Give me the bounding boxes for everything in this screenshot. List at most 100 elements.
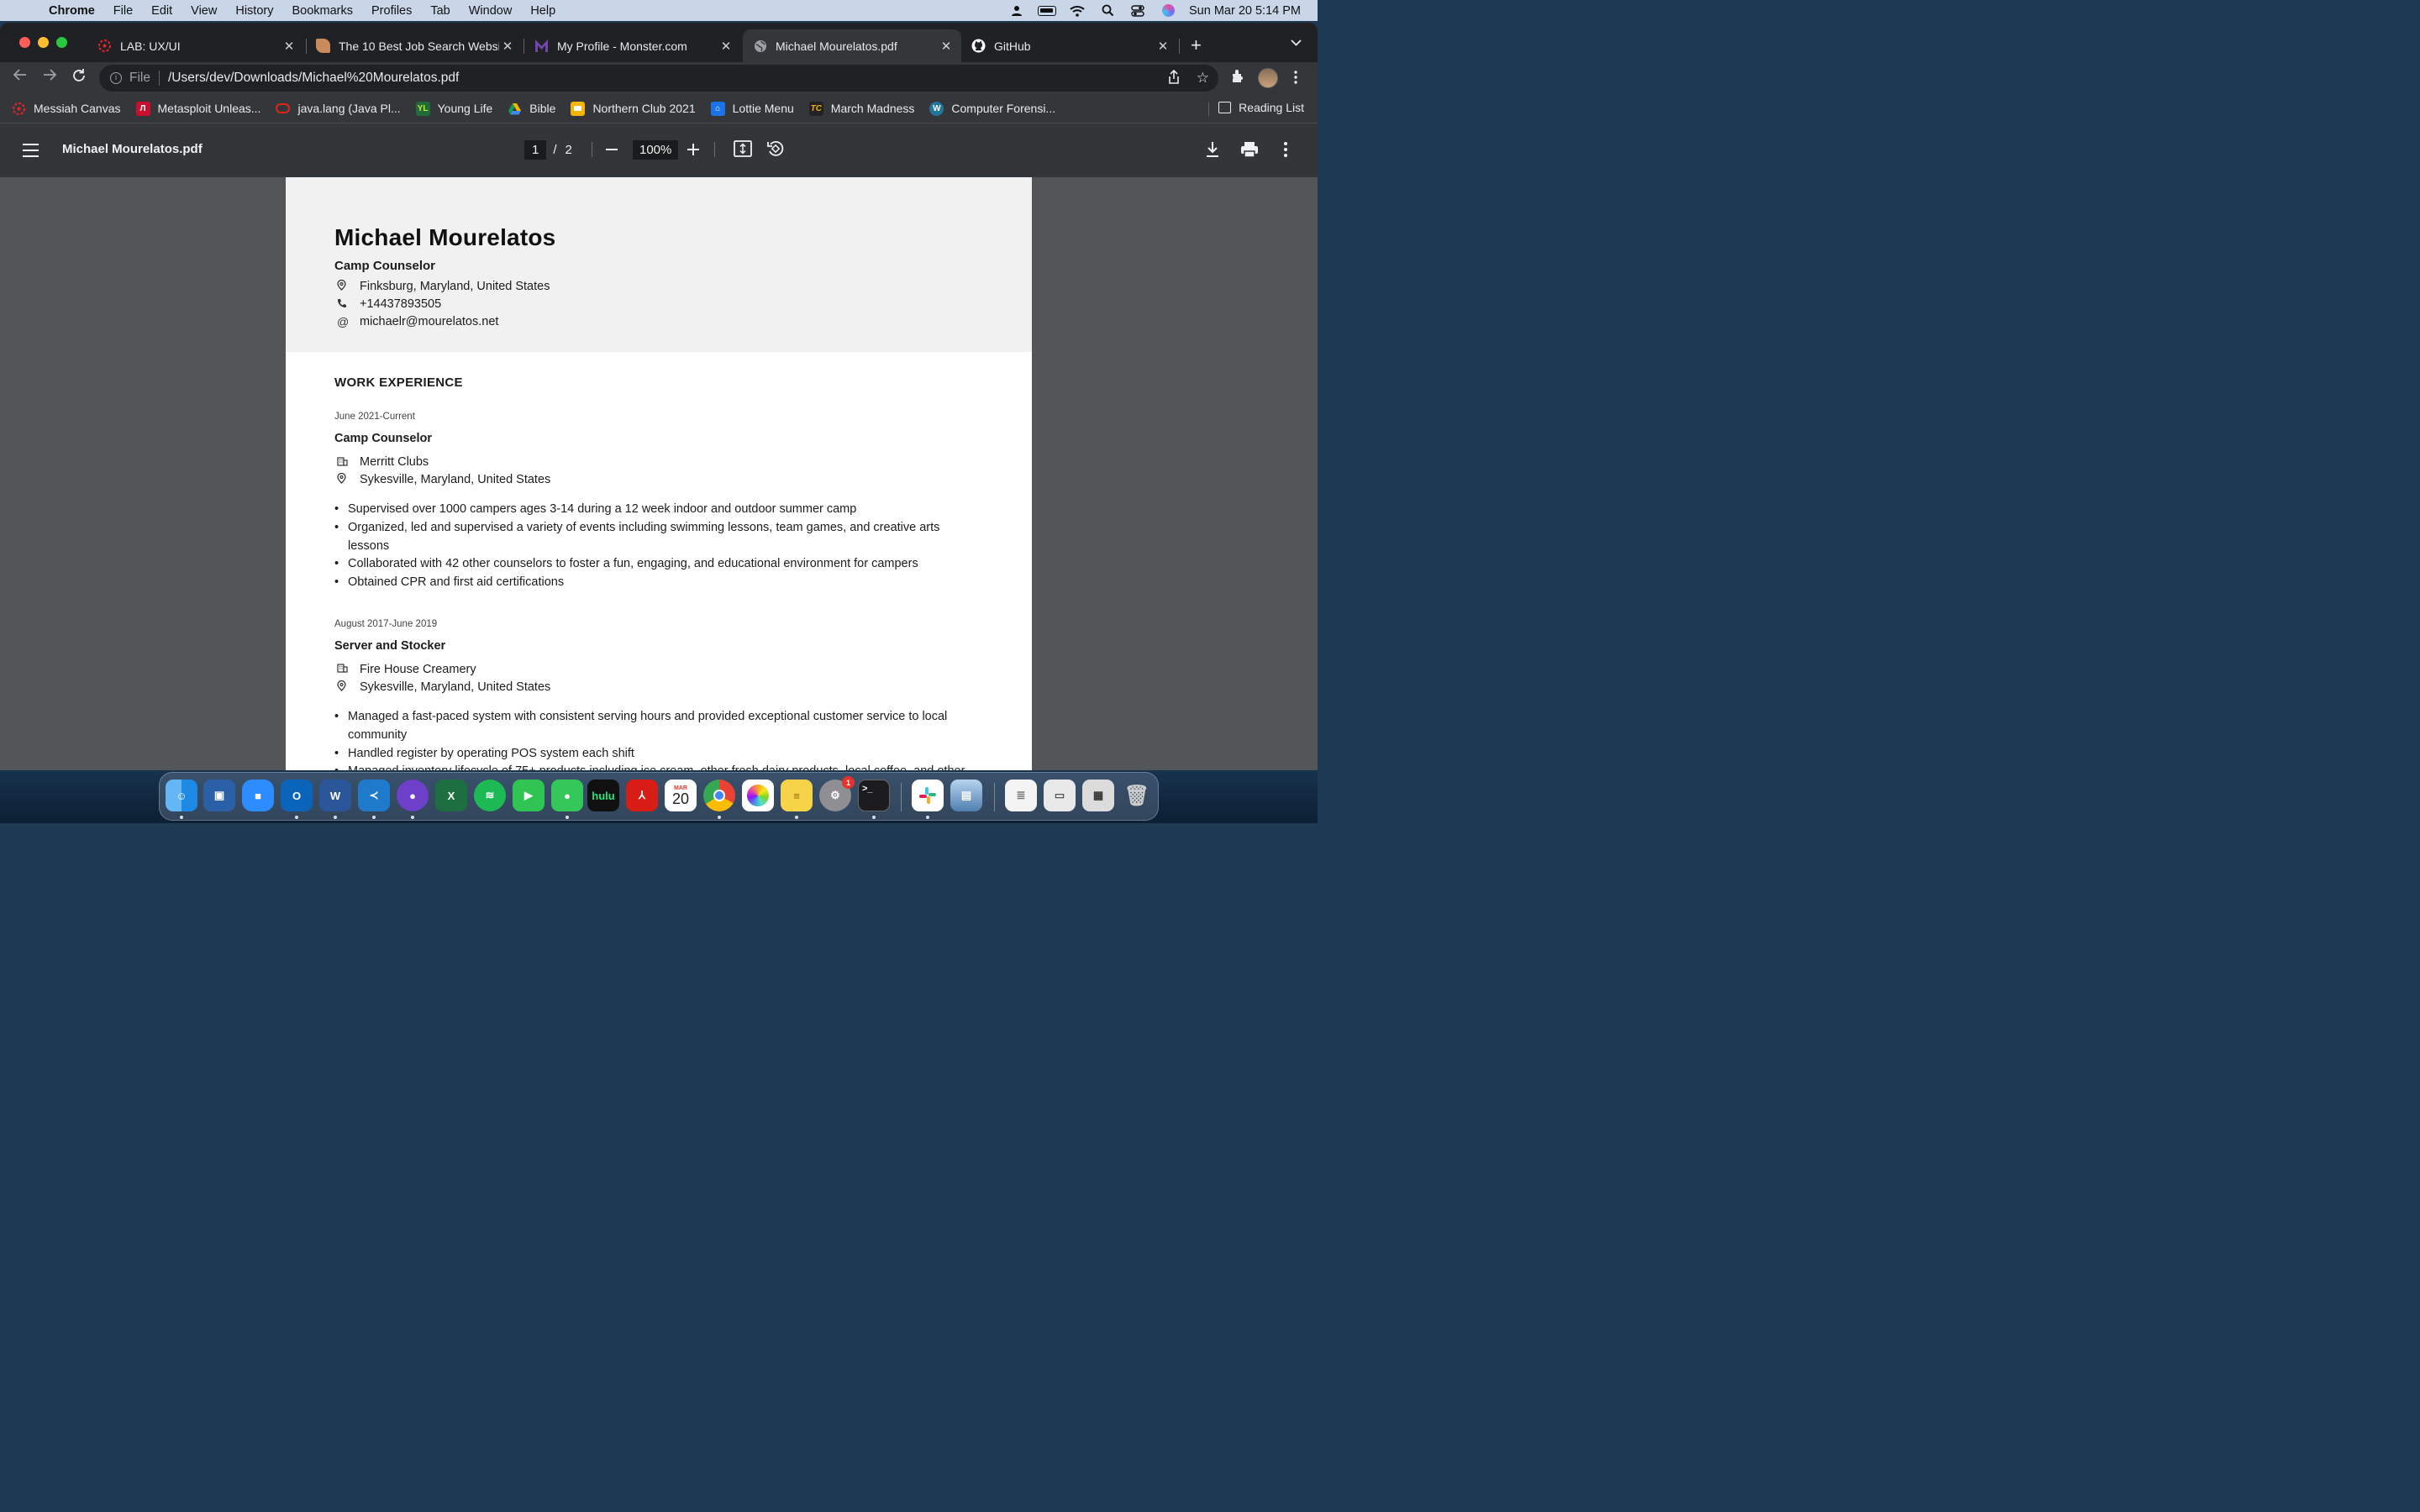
finder-icon[interactable]: ☺ bbox=[166, 780, 197, 811]
back-button[interactable] bbox=[11, 68, 29, 86]
reading-list-button[interactable]: Reading List bbox=[1218, 101, 1304, 114]
document-stack-icon[interactable]: ≣ bbox=[1005, 780, 1037, 811]
running-indicator bbox=[795, 816, 798, 819]
battery-icon[interactable] bbox=[1038, 4, 1056, 18]
slack-icon[interactable] bbox=[912, 780, 944, 811]
menu-bar-clock[interactable]: Sun Mar 20 5:14 PM bbox=[1189, 4, 1301, 18]
tab-github[interactable]: GitHub ✕ bbox=[961, 29, 1178, 62]
bookmark-young-life[interactable]: YL Young Life bbox=[415, 101, 493, 116]
vscode-icon[interactable]: ≺ bbox=[358, 780, 390, 811]
rotate-icon[interactable] bbox=[766, 139, 785, 163]
site-info-icon[interactable]: i bbox=[110, 72, 122, 84]
tab-resume-pdf[interactable]: Michael Mourelatos.pdf ✕ bbox=[743, 29, 961, 62]
bookmark-northern-club[interactable]: Northern Club 2021 bbox=[571, 101, 696, 116]
spotify-icon[interactable]: ≋ bbox=[474, 780, 506, 811]
pdf-document-area[interactable]: Michael Mourelatos Camp Counselor Finksb… bbox=[0, 177, 1318, 770]
screenshot-file-icon[interactable]: ▭ bbox=[1044, 780, 1076, 811]
menu-tab[interactable]: Tab bbox=[421, 4, 459, 18]
print-icon[interactable] bbox=[1240, 141, 1259, 163]
wifi-icon[interactable] bbox=[1068, 4, 1086, 18]
current-page-input[interactable]: 1 bbox=[524, 140, 547, 160]
chrome-icon[interactable] bbox=[703, 780, 735, 811]
notes-icon[interactable]: ≡ bbox=[781, 780, 813, 811]
menu-app-name[interactable]: Chrome bbox=[30, 4, 104, 18]
tab-close-icon[interactable]: ✕ bbox=[499, 39, 516, 54]
facetime-icon[interactable]: ▶ bbox=[513, 780, 544, 811]
location-pin-icon bbox=[334, 680, 360, 694]
total-pages: 2 bbox=[565, 143, 572, 157]
menu-hamburger-icon[interactable] bbox=[23, 144, 39, 161]
tab-close-icon[interactable]: ✕ bbox=[718, 39, 734, 54]
more-options-icon[interactable] bbox=[1284, 142, 1287, 162]
browser-menu-icon[interactable] bbox=[1294, 71, 1297, 88]
bookmark-march-madness[interactable]: TC March Madness bbox=[808, 101, 915, 116]
profile-avatar[interactable] bbox=[1258, 68, 1278, 88]
metasploit-icon: Л bbox=[135, 101, 150, 116]
job-company: Merritt Clubs bbox=[334, 455, 983, 469]
new-tab-button[interactable]: + bbox=[1191, 34, 1202, 56]
url-text[interactable]: /Users/dev/Downloads/Michael%20Mourelato… bbox=[168, 71, 459, 86]
download-icon[interactable] bbox=[1205, 141, 1220, 163]
acrobat-icon[interactable]: ⅄ bbox=[626, 780, 658, 811]
menu-profiles[interactable]: Profiles bbox=[362, 4, 421, 18]
google-drive-icon bbox=[508, 102, 522, 116]
terminal-icon[interactable]: >_ bbox=[858, 780, 890, 811]
user-icon[interactable] bbox=[1007, 4, 1026, 18]
tab-monster-profile[interactable]: My Profile - Monster.com ✕ bbox=[524, 29, 741, 62]
tab-job-search-websites[interactable]: The 10 Best Job Search Websit ✕ bbox=[306, 29, 523, 62]
outlook-icon[interactable]: O bbox=[281, 780, 313, 811]
system-preferences-icon[interactable]: ⚙ 1 bbox=[819, 776, 855, 811]
bookmark-metasploit[interactable]: Л Metasploit Unleas... bbox=[135, 101, 260, 116]
bookmark-messiah-canvas[interactable]: Messiah Canvas bbox=[12, 102, 121, 116]
share-icon[interactable] bbox=[1168, 69, 1180, 87]
address-bar[interactable]: i File /Users/dev/Downloads/Michael%20Mo… bbox=[99, 65, 1218, 92]
tab-close-icon[interactable]: ✕ bbox=[938, 39, 955, 54]
menu-file[interactable]: File bbox=[104, 4, 142, 18]
bookmark-computer-forensics[interactable]: W Computer Forensi... bbox=[929, 101, 1055, 116]
siri-icon[interactable] bbox=[1159, 4, 1177, 18]
control-center-icon[interactable] bbox=[1128, 4, 1147, 18]
tab-close-icon[interactable]: ✕ bbox=[1155, 39, 1171, 54]
hulu-icon[interactable]: hulu bbox=[587, 780, 619, 811]
bookmark-bible[interactable]: Bible bbox=[508, 102, 555, 116]
contact-location-text: Finksburg, Maryland, United States bbox=[360, 280, 550, 293]
extensions-icon[interactable] bbox=[1230, 69, 1246, 89]
job-bullets: Managed a fast-paced system with consist… bbox=[334, 708, 983, 770]
menu-edit[interactable]: Edit bbox=[142, 4, 182, 18]
zoom-icon[interactable]: ■ bbox=[242, 780, 274, 811]
window-close-button[interactable] bbox=[19, 37, 30, 48]
menu-history[interactable]: History bbox=[226, 4, 282, 18]
window-thumbnail-icon[interactable]: ▦ bbox=[1082, 780, 1114, 811]
tab-close-icon[interactable]: ✕ bbox=[281, 39, 297, 54]
word-icon[interactable]: W bbox=[319, 780, 351, 811]
bookmark-lottie-menu[interactable]: ⌂ Lottie Menu bbox=[710, 101, 794, 116]
excel-icon[interactable]: X bbox=[435, 780, 467, 811]
zoom-out-icon[interactable] bbox=[604, 137, 619, 167]
menu-view[interactable]: View bbox=[182, 4, 226, 18]
bookmark-java-lang[interactable]: java.lang (Java Pl... bbox=[276, 102, 401, 115]
menu-window[interactable]: Window bbox=[460, 4, 522, 18]
preview-icon[interactable]: ▤ bbox=[950, 780, 982, 811]
virtualbox-icon[interactable]: ▣ bbox=[203, 780, 235, 811]
menu-bookmarks[interactable]: Bookmarks bbox=[282, 4, 362, 18]
forward-button[interactable] bbox=[40, 68, 59, 86]
messages-icon[interactable]: ● bbox=[551, 780, 583, 811]
photos-icon[interactable] bbox=[742, 780, 774, 811]
menu-help[interactable]: Help bbox=[521, 4, 565, 18]
window-maximize-button[interactable] bbox=[56, 37, 67, 48]
bookmark-star-icon[interactable]: ☆ bbox=[1197, 70, 1209, 87]
fit-to-page-icon[interactable] bbox=[734, 140, 752, 162]
bookmark-label: Young Life bbox=[437, 102, 493, 115]
tab-search-chevron-icon[interactable] bbox=[1291, 36, 1302, 49]
tab-lab-ux-ui[interactable]: LAB: UX/UI ✕ bbox=[87, 29, 304, 62]
spotlight-search-icon[interactable] bbox=[1098, 4, 1117, 18]
github-desktop-icon[interactable]: ● bbox=[397, 780, 429, 811]
zoom-in-icon[interactable] bbox=[686, 137, 701, 167]
calendar-icon[interactable]: MAR 20 bbox=[665, 780, 697, 811]
bookmark-label: March Madness bbox=[830, 102, 915, 115]
trash-icon[interactable]: 🗑 bbox=[1121, 780, 1153, 811]
window-minimize-button[interactable] bbox=[38, 37, 49, 48]
reload-button[interactable] bbox=[70, 68, 88, 87]
zoom-level-input[interactable]: 100% bbox=[633, 140, 679, 160]
job-bullet: Handled register by operating POS system… bbox=[334, 745, 983, 764]
